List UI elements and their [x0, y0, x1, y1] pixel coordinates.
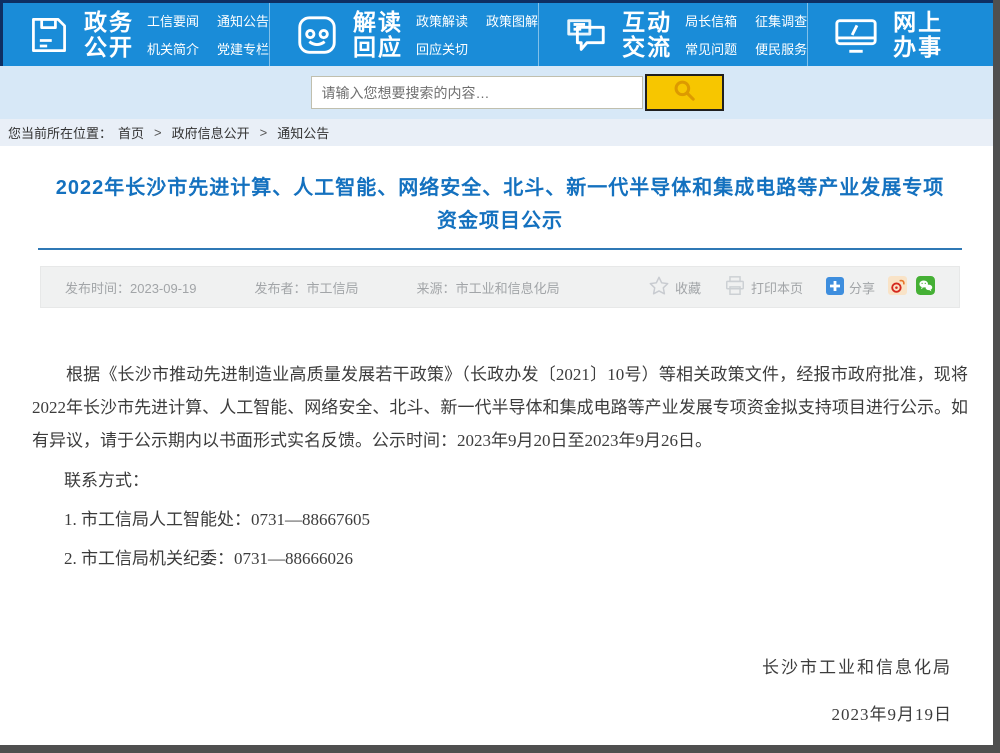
- nav-link-zhengce-jiedu[interactable]: 政策解读: [416, 11, 468, 30]
- weibo-icon: [888, 276, 907, 298]
- monitor-icon: [832, 12, 880, 58]
- breadcrumb-separator: >: [260, 125, 268, 140]
- article-actions: 收藏 打印本页: [632, 275, 935, 300]
- nav-section-hudong-jiaoliu[interactable]: 互动 交流 局长信箱 征集调查 常见问题 便民服务: [538, 3, 807, 66]
- smiley-icon: [294, 12, 340, 58]
- search-box: [311, 74, 724, 111]
- breadcrumb-home[interactable]: 首页: [118, 123, 144, 142]
- window-frame-bottom: [0, 745, 1000, 753]
- favorite-button[interactable]: 收藏: [648, 275, 701, 300]
- article-meta-bar: 发布时间：2023-09-19 发布者：市工信局 来源：市工业和信息化局 收藏: [40, 266, 960, 308]
- nav-title: 政务 公开: [84, 10, 134, 60]
- search-button[interactable]: [645, 74, 724, 111]
- nav-link-changjian-wenti[interactable]: 常见问题: [685, 39, 737, 58]
- printer-icon: [724, 275, 746, 300]
- publish-time: 发布时间：2023-09-19: [65, 278, 197, 297]
- nav-title: 解读 回应: [353, 10, 403, 60]
- weibo-share-button[interactable]: [888, 276, 907, 298]
- nav-links: 局长信箱 征集调查 常见问题 便民服务: [685, 11, 807, 58]
- nav-link-tongzhi-gonggao[interactable]: 通知公告: [217, 11, 269, 30]
- star-icon: [648, 275, 670, 300]
- nav-link-huiying-guanqie[interactable]: 回应关切: [416, 39, 468, 58]
- window-frame-right: [993, 0, 1000, 753]
- nav-link-jiguan-jianjie[interactable]: 机关简介: [147, 39, 199, 58]
- title-divider: [38, 248, 962, 250]
- wechat-icon: [916, 276, 935, 298]
- disk-icon: [27, 13, 71, 57]
- wechat-share-button[interactable]: [916, 276, 935, 298]
- contact-line-ai-office: 1. 市工信局人工智能处：0731—88667605: [30, 508, 970, 532]
- browser-page: 政务 公开 工信要闻 通知公告 机关简介 党建专栏 解读: [0, 0, 1000, 753]
- publisher: 发布者：市工信局: [255, 278, 359, 297]
- nav-link-bianmin-fuwu[interactable]: 便民服务: [755, 39, 807, 58]
- contact-block: 联系方式： 1. 市工信局人工智能处：0731—88667605 2. 市工信局…: [30, 469, 970, 571]
- top-navigation-bar: 政务 公开 工信要闻 通知公告 机关简介 党建专栏 解读: [0, 0, 1000, 66]
- nav-section-jiedu-huiying[interactable]: 解读 回应 政策解读 政策图解 回应关切: [269, 3, 538, 66]
- search-input[interactable]: [311, 76, 643, 109]
- contact-line-discipline-committee: 2. 市工信局机关纪委：0731—88666026: [30, 547, 970, 571]
- source: 来源：市工业和信息化局: [417, 278, 560, 297]
- breadcrumb-prefix: 您当前所在位置：: [8, 123, 112, 142]
- search-icon: [671, 77, 697, 108]
- signature-block: 长沙市工业和信息化局 2023年9月19日: [30, 653, 970, 725]
- chat-bubbles-icon: [563, 12, 609, 58]
- nav-section-wangshang-banshi[interactable]: 网上 办事: [807, 3, 990, 66]
- search-strip: [0, 66, 1000, 119]
- article-content: 2022年长沙市先进计算、人工智能、网络安全、北斗、新一代半导体和集成电路等产业…: [0, 172, 1000, 725]
- nav-links: 政策解读 政策图解 回应关切: [416, 11, 538, 58]
- nav-link-zhengji-diaocha[interactable]: 征集调查: [755, 11, 807, 30]
- share-button[interactable]: 分享: [826, 277, 875, 298]
- nav-section-zhengwu-gongkai[interactable]: 政务 公开 工信要闻 通知公告 机关简介 党建专栏: [3, 3, 269, 66]
- signature-date: 2023年9月19日: [30, 700, 952, 725]
- article-paragraph: 根据《长沙市推动先进制造业高质量发展若干政策》（长政办发〔2021〕10号）等相…: [32, 358, 968, 457]
- signature-org: 长沙市工业和信息化局: [30, 653, 952, 678]
- share-plus-icon: [826, 277, 844, 298]
- page-title: 2022年长沙市先进计算、人工智能、网络安全、北斗、新一代半导体和集成电路等产业…: [54, 172, 946, 238]
- nav-title: 网上 办事: [893, 10, 943, 60]
- nav-link-juzhang-xinxiang[interactable]: 局长信箱: [685, 11, 737, 30]
- contact-heading: 联系方式：: [30, 469, 970, 493]
- nav-title: 互动 交流: [622, 10, 672, 60]
- nav-links: 工信要闻 通知公告 机关简介 党建专栏: [147, 11, 269, 58]
- nav-link-dangjian-zhuanlan[interactable]: 党建专栏: [217, 39, 269, 58]
- nav-link-zhengce-tujie[interactable]: 政策图解: [486, 11, 538, 30]
- print-button[interactable]: 打印本页: [724, 275, 803, 300]
- nav-link-gongxin-yaowen[interactable]: 工信要闻: [147, 11, 199, 30]
- breadcrumb-notices[interactable]: 通知公告: [277, 123, 329, 142]
- breadcrumb: 您当前所在位置： 首页 > 政府信息公开 > 通知公告: [0, 119, 1000, 146]
- breadcrumb-separator: >: [154, 125, 162, 140]
- breadcrumb-gov-info[interactable]: 政府信息公开: [172, 123, 250, 142]
